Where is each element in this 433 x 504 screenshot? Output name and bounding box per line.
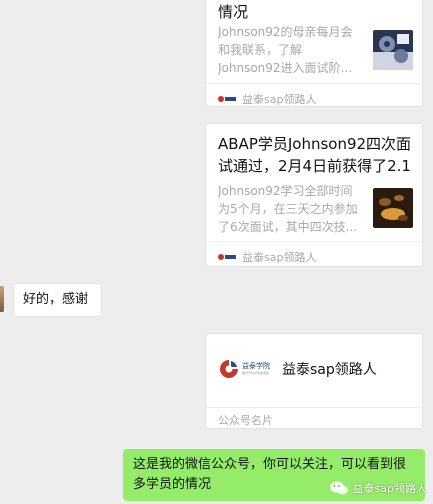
source-name: 益泰sap领路人 [242,93,317,106]
profile-footer-label: 公众号名片 [218,414,273,427]
article-title: 情况 [218,3,249,21]
profile-logo-icon [220,360,238,378]
coffee-beans-photo-icon [373,188,413,228]
profile-card[interactable]: 益泰学院 致力于SAP专业培训 益泰sap领路人 公众号名片 [205,333,423,429]
incoming-message-bubble[interactable]: 好的，感谢 [13,283,102,317]
incoming-message-text: 好的，感谢 [23,292,89,307]
watermark: 益泰sap领路人 [329,480,427,496]
article-card-2[interactable]: ABAP学员Johnson92四次面试通过，2月4日前获得了2.1万... Jo… [205,123,423,267]
source-name: 益泰sap领路人 [242,251,317,264]
article-card-1[interactable]: 情况 Johnson92的母亲每月会和我联系，了解Johnson92进入面试阶.… [205,0,423,107]
profile-logo: 益泰学院 致力于SAP专业培训 [218,354,278,384]
profile-logo-text: 益泰学院 [242,362,270,370]
source-logo-icon [218,254,236,260]
article-description: Johnson92学习全部时间为5个月，在三天之内参加了6次面试，其中四次技..… [218,184,358,234]
watermark-text: 益泰sap领路人 [352,482,427,495]
article-title: ABAP学员Johnson92四次面试通过，2月4日前获得了2.1万... [218,135,412,175]
source-logo-icon [218,96,236,102]
profile-logo-subtext: 致力于SAP专业培训 [242,371,269,375]
avatar[interactable] [0,286,4,312]
article-description: Johnson92的母亲每月会和我联系，了解Johnson92进入面试阶... [218,25,353,75]
wechat-icon [329,481,348,495]
gears-photo-icon [373,30,413,70]
profile-name: 益泰sap领路人 [282,362,377,378]
